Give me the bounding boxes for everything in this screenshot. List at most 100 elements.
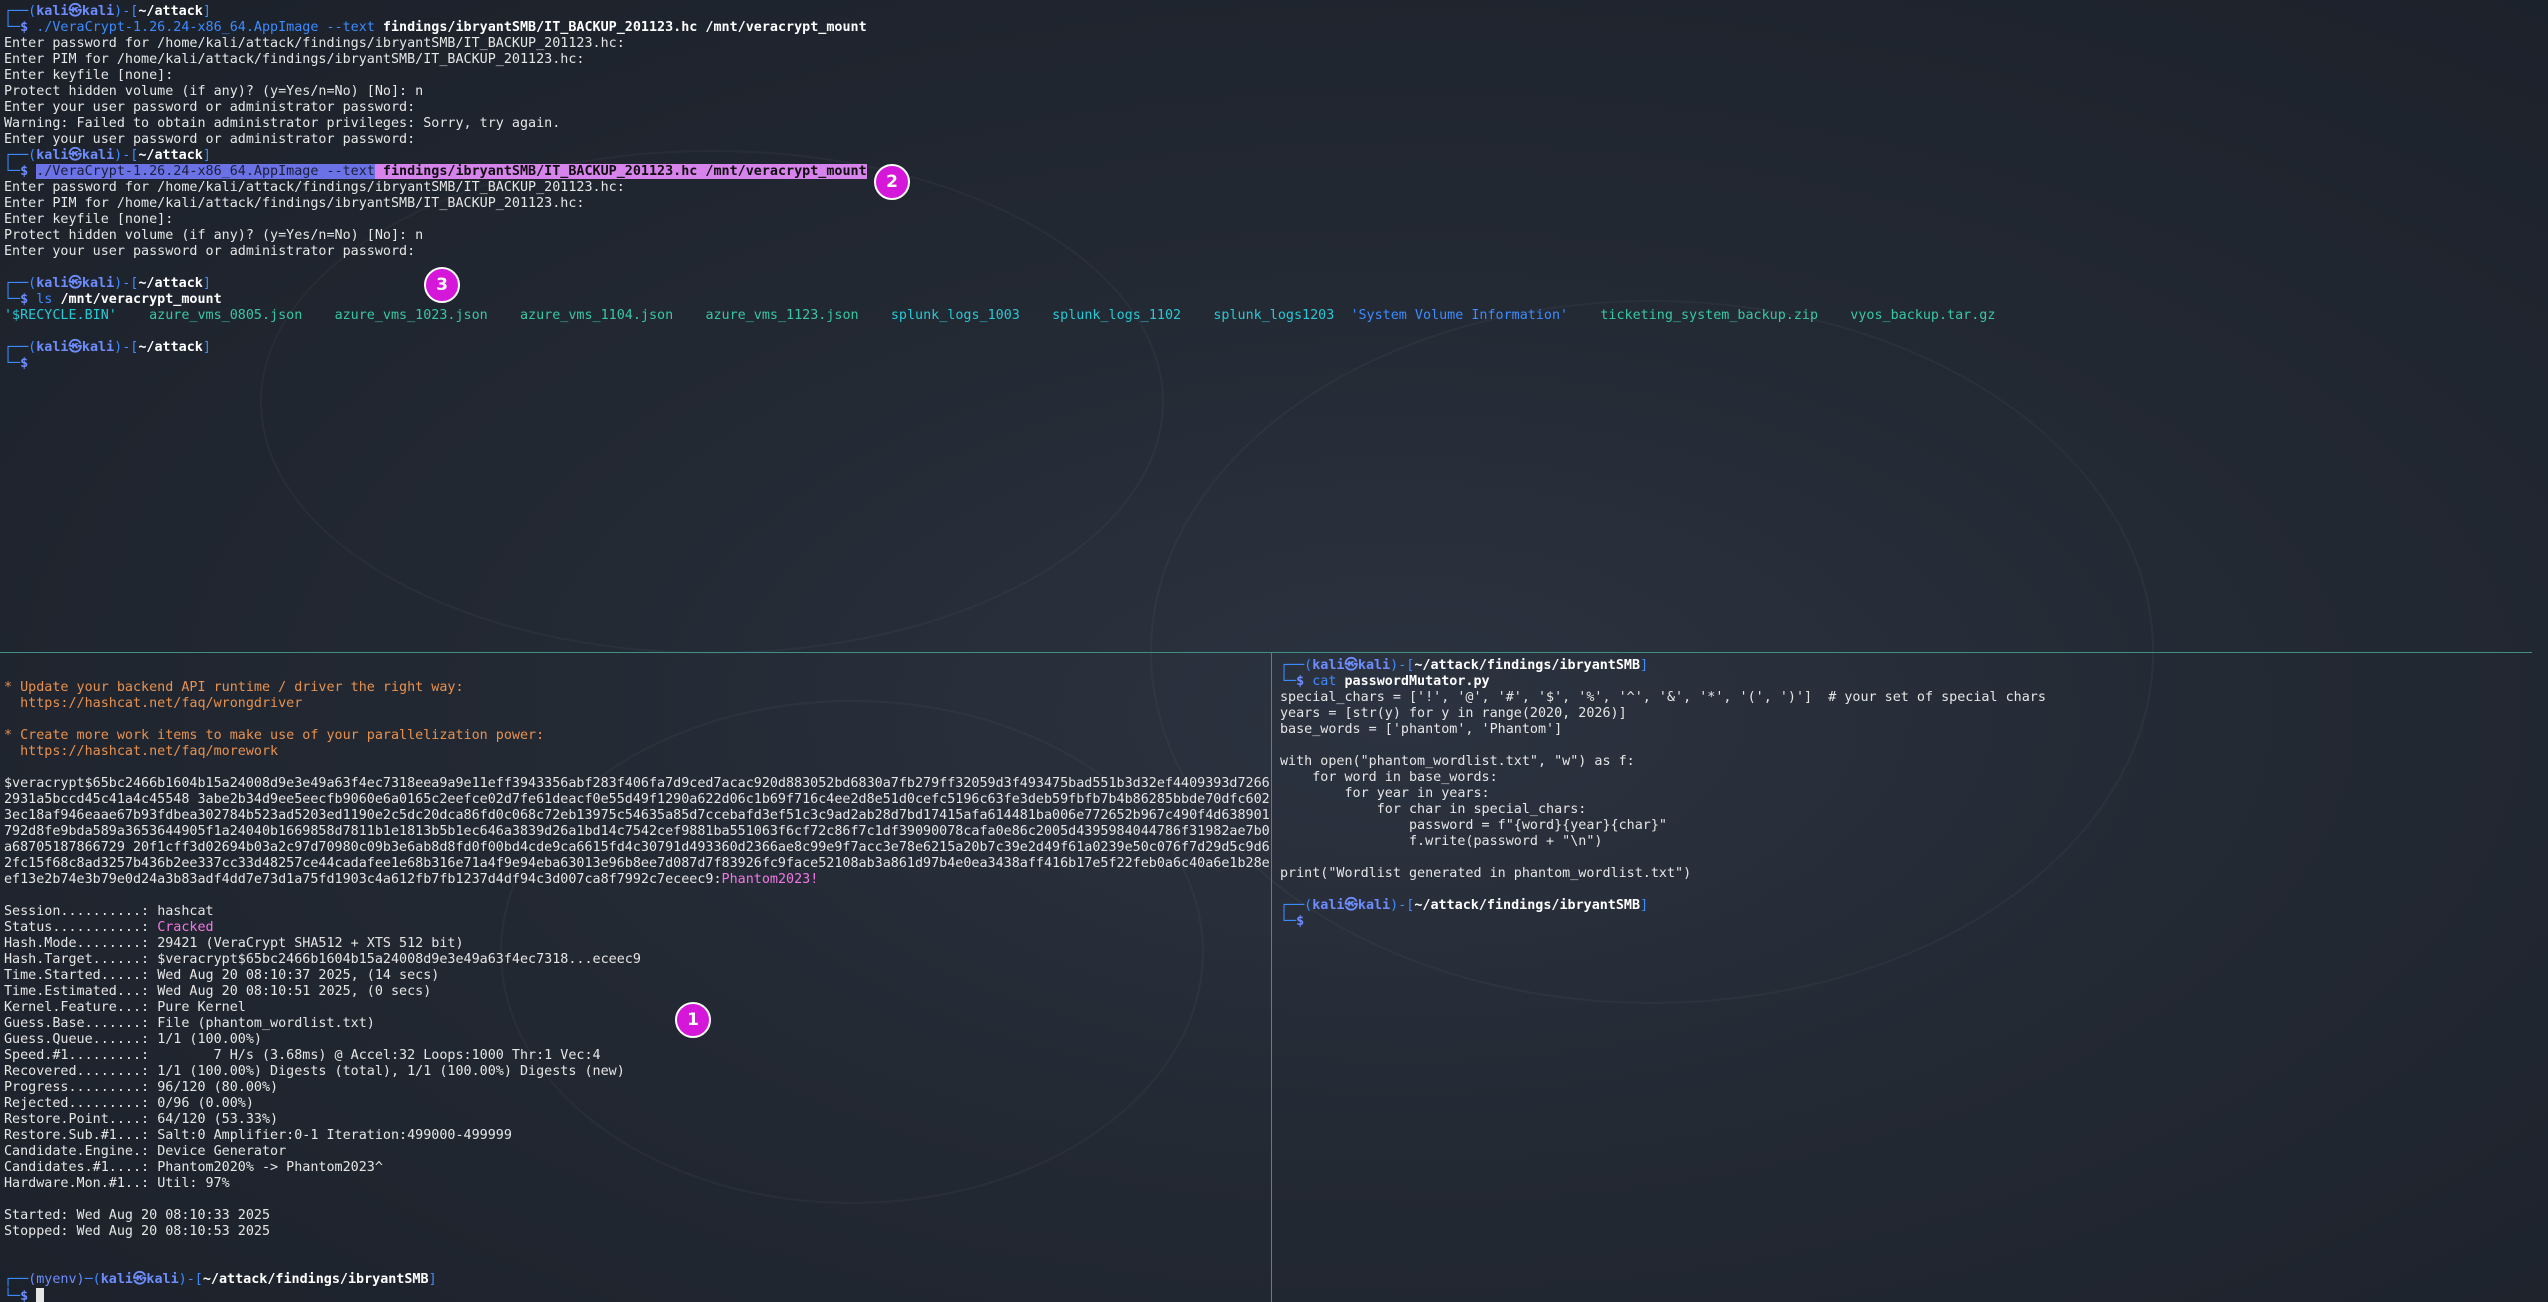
code-line: base_words = ['phantom', 'Phantom'] <box>1280 722 1563 737</box>
text-cursor <box>36 1288 45 1302</box>
terminal-pane-top[interactable]: ┌──(kali㉿kali)-[~/attack] └─$ ./VeraCryp… <box>0 0 2548 650</box>
prompt-line: ┌──(kali㉿kali)-[~/attack] <box>4 276 211 291</box>
session-field-value: File (phantom_wordlist.txt) <box>157 1016 375 1031</box>
session-field-key: Restore.Point....: <box>4 1112 158 1127</box>
prompt-line: ┌──(kali㉿kali)-[~/attack] <box>4 4 211 19</box>
session-field-value: 0/96 (0.00%) <box>157 1096 254 1111</box>
tip-line: * Create more work items to make use of … <box>4 728 545 743</box>
session-field-value: 64/120 (53.33%) <box>157 1112 279 1127</box>
session-field-key: Kernel.Feature...: <box>4 1000 158 1015</box>
session-field: Kernel.Feature...: Pure Kernel <box>0 1000 1270 1016</box>
output-line: Protect hidden volume (if any)? (y=Yes/n… <box>4 84 424 99</box>
tip-link: https://hashcat.net/faq/wrongdriver <box>4 696 303 711</box>
session-field: Hardware.Mon.#1..: Util: 97% <box>0 1176 1270 1192</box>
code-line: for word in base_words: <box>1280 770 1498 785</box>
session-field-key: Rejected.........: <box>4 1096 158 1111</box>
output-line: Warning: Failed to obtain administrator … <box>4 116 561 131</box>
hash-line: $veracrypt$65bc2466b1604b15a24008d9e3e49… <box>4 776 1270 791</box>
session-field: Hash.Target......: $veracrypt$65bc2466b1… <box>0 952 1270 968</box>
code-line: print("Wordlist generated in phantom_wor… <box>1280 866 1692 881</box>
session-field-key: Time.Estimated...: <box>4 984 158 999</box>
output-line: Enter keyfile [none]: <box>4 68 174 83</box>
code-line: f.write(password + "\n") <box>1280 834 1603 849</box>
session-field-value: Salt:0 Amplifier:0-1 Iteration:499000-49… <box>157 1128 512 1143</box>
session-field: Hash.Mode........: 29421 (VeraCrypt SHA5… <box>0 936 1270 952</box>
code-line: with open("phantom_wordlist.txt", "w") a… <box>1280 754 1635 769</box>
prompt-line: ┌──(myenv)─(kali㉿kali)-[~/attack/finding… <box>4 1272 437 1287</box>
session-field-key: Candidate.Engine.: <box>4 1144 158 1159</box>
tip-line: * Update your backend API runtime / driv… <box>4 680 464 695</box>
session-field: Candidates.#1....: Phantom2020% -> Phant… <box>0 1160 1270 1176</box>
code-line: special_chars = ['!', '@', '#', '$', '%'… <box>1280 690 2046 705</box>
session-field: Restore.Point....: 64/120 (53.33%) <box>0 1112 1270 1128</box>
command-line: └─$ ls /mnt/veracrypt_mount <box>4 292 222 307</box>
pane-divider-horizontal[interactable] <box>0 652 2532 653</box>
terminal-pane-hashcat[interactable]: * Update your backend API runtime / driv… <box>0 654 1270 1302</box>
session-field-value: 1/1 (100.00%) <box>157 1032 262 1047</box>
command-line-highlighted[interactable]: └─$ ./VeraCrypt-1.26.24-x86_64.AppImage … <box>0 164 2548 180</box>
code-line: password = f"{word}{year}{char}" <box>1280 818 1667 833</box>
session-field-key: Progress.........: <box>4 1080 158 1095</box>
session-field-value: Device Generator <box>157 1144 287 1159</box>
annotation-badge-2: 2 <box>874 164 910 200</box>
pane-divider-vertical[interactable] <box>1271 652 1272 1302</box>
hash-line: a68705187866729 20f1cff3d02694b03a2c97d7… <box>4 840 1270 855</box>
ls-output: '$RECYCLE.BIN' azure_vms_0805.json azure… <box>4 308 1996 323</box>
session-field-value: Util: 97% <box>157 1176 230 1191</box>
code-line: years = [str(y) for y in range(2020, 202… <box>1280 706 1627 721</box>
session-field-key: Recovered........: <box>4 1064 158 1079</box>
session-field-key: Guess.Base.......: <box>4 1016 158 1031</box>
output-line: Enter your user password or administrato… <box>4 132 416 147</box>
annotation-badge-3: 3 <box>424 267 460 303</box>
stopped-line: Stopped: Wed Aug 20 08:10:53 2025 <box>4 1224 271 1239</box>
session-field: Candidate.Engine.: Device Generator <box>0 1144 1270 1160</box>
session-field-key: Hash.Target......: <box>4 952 158 967</box>
session-field-key: Hardware.Mon.#1..: <box>4 1176 158 1191</box>
session-field: Speed.#1.........: 7 H/s (3.68ms) @ Acce… <box>0 1048 1270 1064</box>
annotation-badge-1: 1 <box>675 1002 711 1038</box>
session-field-key: Hash.Mode........: <box>4 936 158 951</box>
session-field: Guess.Queue......: 1/1 (100.00%) <box>0 1032 1270 1048</box>
session-field-value: Phantom2020% -> Phantom2023^ <box>157 1160 383 1175</box>
session-field-key: Speed.#1.........: <box>4 1048 158 1063</box>
prompt-line: ┌──(kali㉿kali)-[~/attack] <box>4 148 211 163</box>
session-field: Guess.Base.......: File (phantom_wordlis… <box>0 1016 1270 1032</box>
terminal-pane-script[interactable]: ┌──(kali㉿kali)-[~/attack/findings/ibryan… <box>1276 654 2548 1302</box>
code-line: for char in special_chars: <box>1280 802 1587 817</box>
output-line: Enter PIM for /home/kali/attack/findings… <box>4 196 585 211</box>
session-field-key: Restore.Sub.#1...: <box>4 1128 158 1143</box>
session-field: Progress.........: 96/120 (80.00%) <box>0 1080 1270 1096</box>
command-line: └─$ ./VeraCrypt-1.26.24-x86_64.AppImage … <box>4 20 867 35</box>
output-line: Enter password for /home/kali/attack/fin… <box>4 36 625 51</box>
command-line-active[interactable]: └─$ <box>1276 914 2548 930</box>
session-field-value: Cracked <box>157 920 214 935</box>
tip-link: https://hashcat.net/faq/morework <box>4 744 279 759</box>
session-field-key: Time.Started.....: <box>4 968 158 983</box>
session-field-key: Candidates.#1....: <box>4 1160 158 1175</box>
started-line: Started: Wed Aug 20 08:10:33 2025 <box>4 1208 271 1223</box>
hash-line-cracked: ef13e2b74e3b79e0d24a3b83adf4dd7e73d1a75f… <box>4 872 819 887</box>
session-field-value: 96/120 (80.00%) <box>157 1080 279 1095</box>
hash-line: 2fc15f68c8ad3257b436b2ee337cc33d48257ce4… <box>4 856 1270 871</box>
cracked-password: Phantom2023! <box>721 872 819 887</box>
session-field-value: Wed Aug 20 08:10:51 2025, (0 secs) <box>157 984 432 999</box>
session-field: Time.Estimated...: Wed Aug 20 08:10:51 2… <box>0 984 1270 1000</box>
output-line: Enter your user password or administrato… <box>4 244 416 259</box>
session-field: Status...........: Cracked <box>0 920 1270 936</box>
code-line: for year in years: <box>1280 786 1490 801</box>
output-line: Protect hidden volume (if any)? (y=Yes/n… <box>4 228 424 243</box>
session-field-value: 1/1 (100.00%) Digests (total), 1/1 (100.… <box>157 1064 625 1079</box>
session-field: Restore.Sub.#1...: Salt:0 Amplifier:0-1 … <box>0 1128 1270 1144</box>
command-line-active[interactable]: └─$ <box>0 356 2548 372</box>
output-line: Enter keyfile [none]: <box>4 212 174 227</box>
session-field-value: Pure Kernel <box>157 1000 246 1015</box>
session-field-value: 7 H/s (3.68ms) @ Accel:32 Loops:1000 Thr… <box>157 1048 601 1063</box>
hash-line: 2931a5bccd45c41a4c45548 3abe2b34d9ee5eec… <box>4 792 1270 807</box>
session-field-key: Session..........: <box>4 904 158 919</box>
command-line-active[interactable]: └─$ <box>0 1288 1270 1302</box>
session-field-value: Wed Aug 20 08:10:37 2025, (14 secs) <box>157 968 440 983</box>
hash-line: 792d8fe9bda589a3653644905f1a24040b166985… <box>4 824 1270 839</box>
session-field-key: Status...........: <box>4 920 158 935</box>
